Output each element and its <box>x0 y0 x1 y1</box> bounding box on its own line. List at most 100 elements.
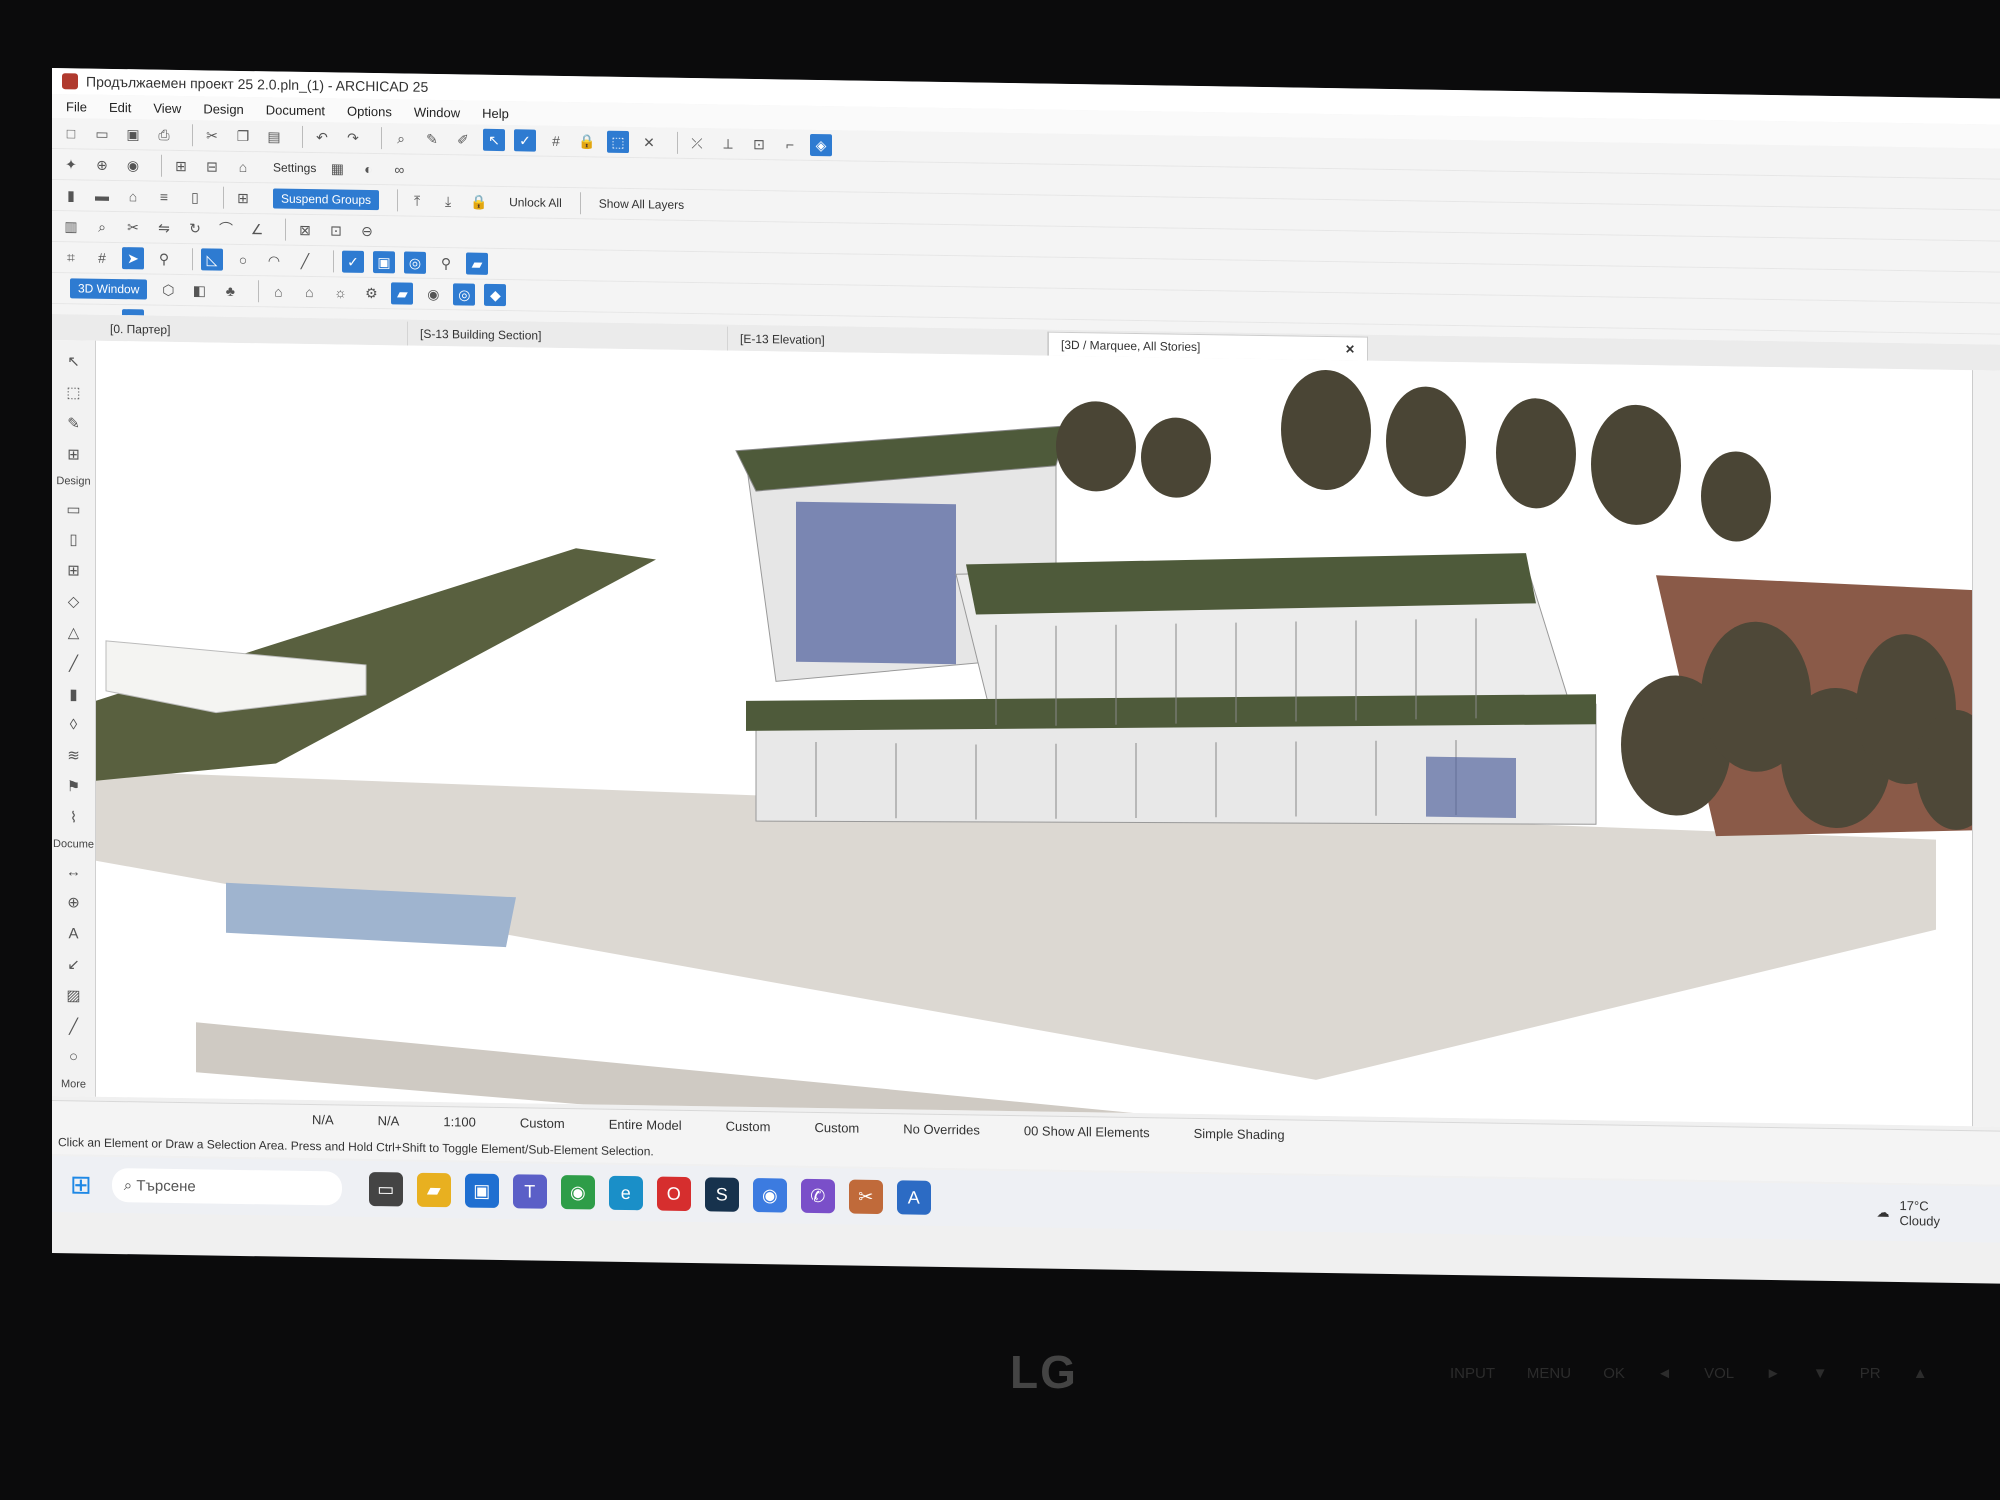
line-tool-icon[interactable]: ╱ <box>294 250 316 272</box>
chart-icon[interactable]: ▥ <box>60 215 82 237</box>
show-all-layers-button[interactable]: Show All Layers <box>599 197 684 212</box>
open-file-icon[interactable]: ▭ <box>91 123 113 145</box>
offset-icon[interactable]: ⊡ <box>748 133 770 155</box>
archicad-taskbar-icon[interactable]: A <box>896 1180 931 1215</box>
merge-icon[interactable]: ⊡ <box>325 219 347 241</box>
cube-icon[interactable]: ⬡ <box>157 279 179 301</box>
stair-tool-icon[interactable]: ⌇ <box>61 805 87 830</box>
selection-mode-icon[interactable]: ⬚ <box>607 130 629 154</box>
window-tool-icon[interactable]: ⊞ <box>61 558 87 583</box>
gravity-icon[interactable]: ⊕ <box>91 154 113 176</box>
new-file-icon[interactable]: □ <box>60 122 82 144</box>
bring-forward-icon[interactable]: ⤒ <box>406 190 428 212</box>
eyedropper-icon[interactable]: ✎ <box>421 128 443 150</box>
reference-icon[interactable]: ◐ <box>357 158 379 180</box>
chrome-profile-icon[interactable]: ◉ <box>752 1178 787 1213</box>
mesh-tool-icon[interactable]: ◊ <box>61 712 87 737</box>
menu-help[interactable]: Help <box>482 105 509 120</box>
circle-tool-icon[interactable]: ○ <box>232 249 254 271</box>
grid-snap-icon[interactable]: # <box>545 130 567 152</box>
arrow-select-icon[interactable]: ↖ <box>61 349 87 374</box>
redo-icon[interactable]: ↷ <box>342 127 364 149</box>
pointer-icon[interactable]: ➤ <box>122 247 144 270</box>
home-icon[interactable]: ⌂ <box>232 156 254 178</box>
angle-icon[interactable]: ∠ <box>246 218 268 240</box>
shell-tool-icon[interactable]: ≋ <box>61 743 87 768</box>
edge-icon[interactable]: e <box>608 1175 643 1211</box>
column-icon[interactable]: ▯ <box>184 186 206 208</box>
lock-element-icon[interactable]: 🔒 <box>468 191 490 213</box>
column-tool-icon[interactable]: ▮ <box>61 681 87 706</box>
dimension-dropdown[interactable]: Custom <box>814 1120 859 1136</box>
renovation-filter-dropdown[interactable]: 00 Show All Elements <box>1024 1123 1150 1140</box>
menu-document[interactable]: Document <box>266 102 325 118</box>
label-tool-icon[interactable]: ↙ <box>61 952 87 977</box>
guide-icon[interactable]: ⚲ <box>153 248 175 270</box>
suspend-groups-button[interactable]: Suspend Groups <box>273 188 380 211</box>
wall-icon[interactable]: ▮ <box>60 184 82 206</box>
menu-design[interactable]: Design <box>203 101 243 117</box>
pen-set-dropdown[interactable]: Custom <box>726 1119 771 1135</box>
fillet-icon[interactable]: ⌐ <box>779 133 801 155</box>
snipping-tool-icon[interactable]: ✂ <box>848 1179 883 1215</box>
roof-tool-icon[interactable]: △ <box>61 620 87 645</box>
group-toggle-icon[interactable]: ⊞ <box>232 187 254 209</box>
lock-icon[interactable]: 🔒 <box>576 130 598 152</box>
3d-model-canvas[interactable] <box>96 340 1996 1196</box>
line-draw-icon[interactable]: ╱ <box>61 1013 87 1038</box>
arrow-tool-icon[interactable]: ↖ <box>483 128 505 152</box>
fill-tool-icon[interactable]: ▨ <box>61 983 87 1008</box>
level-tool-icon[interactable]: ⊕ <box>61 890 87 915</box>
grid-element-icon[interactable]: ⊞ <box>61 442 87 467</box>
slab-icon[interactable]: ▬ <box>91 185 113 207</box>
door-tool-icon[interactable]: ▯ <box>61 527 87 552</box>
grid-icon[interactable]: # <box>91 247 113 269</box>
split-icon[interactable]: ⟂ <box>717 132 739 154</box>
zoom-icon[interactable]: ⌕ <box>91 216 113 238</box>
group-icon[interactable]: ⊞ <box>170 155 192 177</box>
circle-draw-icon[interactable]: ○ <box>61 1044 87 1069</box>
check-tool-icon[interactable]: ✓ <box>514 129 536 152</box>
menu-edit[interactable]: Edit <box>109 99 131 114</box>
scale-dropdown[interactable]: 1:100 <box>443 1114 476 1130</box>
dimension-tool-icon[interactable]: ↔ <box>61 859 87 884</box>
rotate-icon[interactable]: ↻ <box>184 217 206 239</box>
print-icon[interactable]: ⎙ <box>153 124 175 146</box>
layer-combination-dropdown[interactable]: Custom <box>520 1115 565 1131</box>
marquee-icon[interactable]: ⬚ <box>61 380 87 405</box>
settings-dropdown[interactable]: Settings <box>273 160 316 175</box>
scissors-icon[interactable]: ✂ <box>122 216 144 238</box>
model-filter-dropdown[interactable]: Entire Model <box>609 1117 682 1133</box>
check-mark-icon[interactable]: ✓ <box>342 250 364 273</box>
explode-icon[interactable]: ⊠ <box>294 219 316 241</box>
roof-icon[interactable]: ⌂ <box>122 185 144 207</box>
subtract-icon[interactable]: ⊖ <box>356 220 378 242</box>
opera-icon[interactable]: O <box>656 1176 691 1212</box>
layers-icon[interactable]: ◈ <box>810 133 832 157</box>
weather-widget[interactable]: ☁ 17°C Cloudy <box>1877 1198 1940 1229</box>
walk-icon[interactable]: ⚲ <box>435 252 457 274</box>
house-icon[interactable]: ⌂ <box>267 280 289 302</box>
undo-icon[interactable]: ↶ <box>311 126 333 148</box>
magic-wand-icon[interactable]: ✦ <box>60 153 82 175</box>
store-icon[interactable]: ▣ <box>464 1173 499 1209</box>
shading-dropdown[interactable]: Simple Shading <box>1194 1126 1285 1142</box>
explore-icon[interactable]: ◆ <box>484 283 507 307</box>
gear-icon[interactable]: ⚙ <box>360 282 382 304</box>
camera-icon[interactable]: ◉ <box>122 154 144 176</box>
3d-window-button[interactable]: 3D Window <box>70 278 148 300</box>
link-icon[interactable]: ∞ <box>388 158 410 180</box>
steam-icon[interactable]: S <box>704 1177 739 1212</box>
send-backward-icon[interactable]: ⤓ <box>437 190 459 212</box>
unlock-all-button[interactable]: Unlock All <box>509 195 562 210</box>
close-tab-icon[interactable]: ✕ <box>1331 342 1355 356</box>
folder-2-icon[interactable]: ▰ <box>391 282 414 305</box>
menu-options[interactable]: Options <box>347 103 392 119</box>
house-2-icon[interactable]: ⌂ <box>298 281 320 303</box>
windows-start-icon[interactable]: ⊞ <box>70 1169 92 1200</box>
cut-icon[interactable]: ✂ <box>201 124 223 146</box>
camera-2-icon[interactable]: ◉ <box>422 283 444 305</box>
sun-icon[interactable]: ☼ <box>329 281 351 303</box>
triangle-tool-icon[interactable]: ◺ <box>201 248 223 271</box>
wall-tool-icon[interactable]: ▭ <box>61 496 87 521</box>
